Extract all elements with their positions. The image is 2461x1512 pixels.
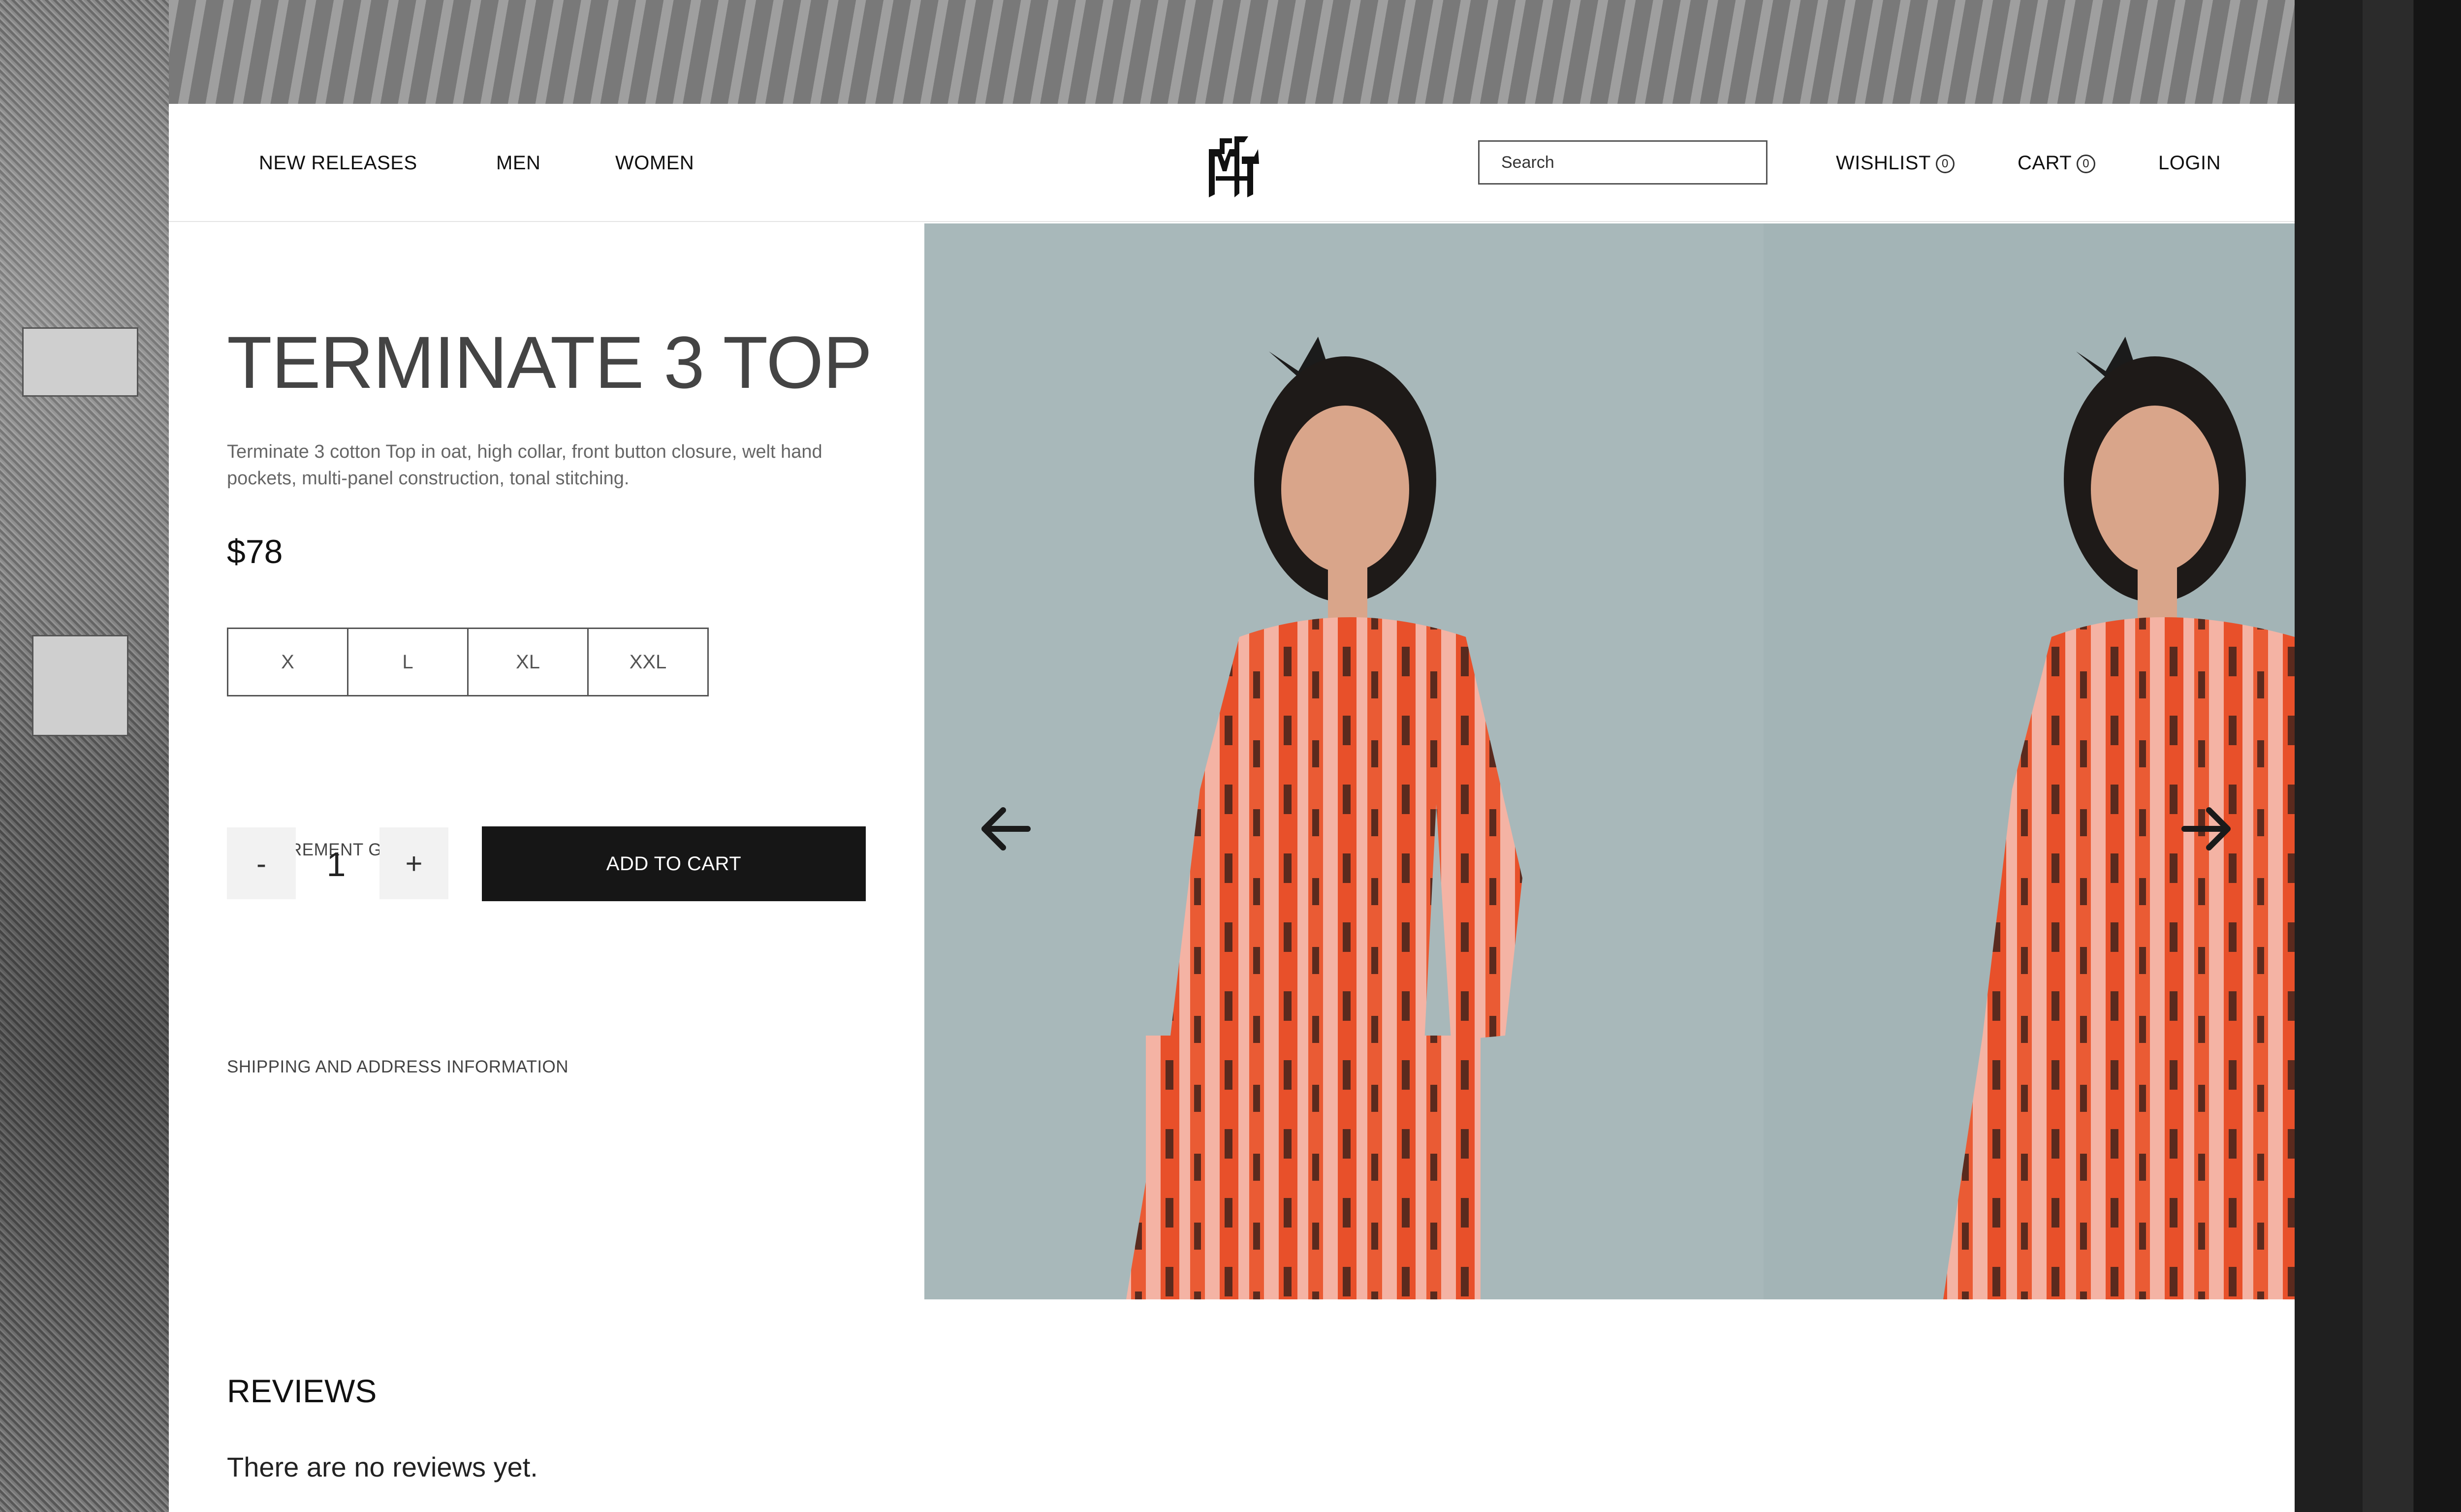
nav-men[interactable]: MEN bbox=[496, 151, 540, 175]
sticker bbox=[22, 327, 138, 397]
size-option-xl[interactable]: XL bbox=[467, 628, 589, 696]
size-option-x[interactable]: X bbox=[227, 628, 348, 696]
product-description: Terminate 3 cotton Top in oat, high coll… bbox=[227, 441, 822, 489]
product-title: TERMINATE 3 TOP bbox=[227, 321, 872, 404]
shipping-info-link[interactable]: SHIPPING AND ADDRESS INFORMATION bbox=[227, 1056, 568, 1078]
brand-logo[interactable] bbox=[1205, 134, 1262, 198]
model-figure-main bbox=[1126, 337, 1522, 1299]
top-navigation: NEW RELEASES MEN WOMEN WISHLIST0 CART0 L… bbox=[169, 104, 2295, 222]
wishlist-label: WISHLIST bbox=[1836, 152, 1931, 174]
cart-link[interactable]: CART 0 bbox=[2018, 151, 2096, 175]
model-photo bbox=[1126, 337, 2295, 1299]
size-option-xxl[interactable]: XXL bbox=[587, 628, 709, 696]
wishlist-link[interactable]: WISHLIST 0 bbox=[1836, 151, 1955, 175]
reviews-empty-message: There are no reviews yet. bbox=[227, 1451, 538, 1482]
carousel-prev-arrow-icon[interactable] bbox=[974, 797, 1038, 861]
quantity-increment-button[interactable]: + bbox=[379, 827, 448, 899]
size-option-l[interactable]: L bbox=[347, 628, 469, 696]
wishlist-count-badge: 0 bbox=[1935, 155, 1955, 173]
wall-top-band bbox=[169, 0, 2295, 104]
add-to-cart-button[interactable]: ADD TO CART bbox=[482, 826, 866, 901]
search-input[interactable] bbox=[1478, 140, 1767, 185]
reviews-heading: REVIEWS bbox=[227, 1373, 377, 1409]
wall-left bbox=[0, 0, 169, 1512]
product-image-carousel[interactable] bbox=[924, 223, 2295, 1299]
size-selector: X L XL XXL bbox=[227, 628, 709, 696]
cart-label: CART bbox=[2018, 152, 2072, 174]
nav-new-releases[interactable]: NEW RELEASES bbox=[259, 151, 417, 175]
product-page: NEW RELEASES MEN WOMEN WISHLIST0 CART0 L… bbox=[169, 104, 2295, 1512]
model-figure-peek bbox=[1943, 337, 2295, 1299]
cart-count-badge: 0 bbox=[2077, 155, 2096, 173]
product-price: $78 bbox=[227, 533, 283, 570]
quantity-value: 1 bbox=[326, 845, 346, 883]
nav-women[interactable]: WOMEN bbox=[615, 151, 694, 175]
quantity-decrement-button[interactable]: - bbox=[227, 827, 296, 899]
sticker bbox=[32, 635, 128, 736]
carousel-next-arrow-icon[interactable] bbox=[2175, 797, 2239, 861]
door-right bbox=[2295, 0, 2461, 1512]
login-link[interactable]: LOGIN bbox=[2158, 151, 2221, 175]
